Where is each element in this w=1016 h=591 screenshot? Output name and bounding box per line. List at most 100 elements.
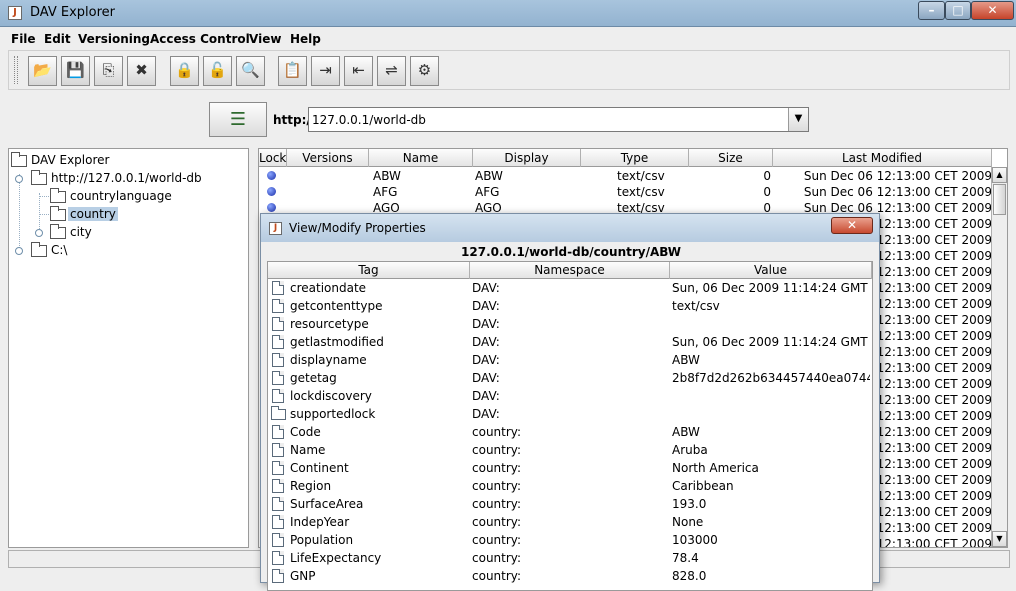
column-header-display[interactable]: Display	[473, 149, 581, 167]
property-row[interactable]: Code country: ABW	[268, 423, 872, 441]
property-row[interactable]: SurfaceArea country: 193.0	[268, 495, 872, 513]
column-header-name[interactable]: Name	[369, 149, 473, 167]
property-row[interactable]: IndepYear country: None	[268, 513, 872, 531]
document-icon	[272, 425, 284, 439]
resource-status-icon	[267, 203, 276, 212]
property-value[interactable]: Aruba	[672, 441, 870, 459]
properties-dialog[interactable]: J View/Modify Properties ✕ 127.0.0.1/wor…	[260, 213, 880, 591]
property-value[interactable]: text/csv	[672, 297, 870, 315]
property-value[interactable]: Sun, 06 Dec 2009 11:14:24 GMT	[672, 333, 870, 351]
column-header-last-modified[interactable]: Last Modified	[773, 149, 992, 167]
property-namespace: DAV:	[472, 389, 500, 403]
column-header-size[interactable]: Size	[689, 149, 773, 167]
scroll-up-arrow-icon[interactable]: ▲	[992, 167, 1007, 183]
menu-view[interactable]: View	[249, 32, 281, 46]
property-row[interactable]: Population country: 103000	[268, 531, 872, 549]
connect-button[interactable]: ☰	[209, 102, 267, 137]
column-header-value[interactable]: Value	[670, 262, 872, 279]
menu-help[interactable]: Help	[290, 32, 321, 46]
property-value[interactable]: 2b8f7d2d262b634457440ea0744...	[672, 369, 870, 387]
view-properties-button[interactable]: 🔍	[236, 56, 265, 86]
toolbar: 📂 💾 ⎘ ✖ 🔒 🔓 🔍 📋 ⇥ ⇤ ⇌ ⚙	[8, 50, 1010, 90]
property-value[interactable]: 828.0	[672, 567, 870, 585]
property-value[interactable]: Sun, 06 Dec 2009 11:14:24 GMT	[672, 279, 870, 297]
delete-button[interactable]: ✖	[127, 56, 156, 86]
column-header-lock[interactable]: Lock	[259, 149, 287, 167]
property-tag: Name	[290, 443, 326, 457]
property-value[interactable]: 78.4	[672, 549, 870, 567]
column-header-namespace[interactable]: Namespace	[470, 262, 670, 279]
file-table-scrollbar[interactable]: ▲ ▼	[991, 167, 1007, 547]
column-header-versions[interactable]: Versions	[287, 149, 369, 167]
version-report-button[interactable]: ⇌	[377, 56, 406, 86]
url-combobox[interactable]: 127.0.0.1/world-db ▼	[308, 107, 809, 132]
open-folder-button[interactable]: 📂	[28, 56, 57, 86]
property-row[interactable]: getetag DAV: 2b8f7d2d262b634457440ea0744..…	[268, 369, 872, 387]
dialog-close-button[interactable]: ✕	[831, 217, 873, 234]
folder-tree[interactable]: DAV Explorer http://127.0.0.1/world-db c…	[8, 148, 249, 548]
property-row[interactable]: LifeExpectancy country: 78.4	[268, 549, 872, 567]
url-input[interactable]: 127.0.0.1/world-db	[312, 113, 426, 127]
window-title: DAV Explorer	[30, 5, 115, 20]
minimize-button[interactable]: –	[918, 1, 945, 20]
property-row[interactable]: resourcetype DAV:	[268, 315, 872, 333]
tree-expand-handle-icon[interactable]	[15, 175, 23, 183]
menu-access-control[interactable]: Access Control	[150, 32, 250, 46]
property-row[interactable]: getlastmodified DAV: Sun, 06 Dec 2009 11:1…	[268, 333, 872, 351]
acl-button[interactable]: ⚙	[410, 56, 439, 86]
lock-button[interactable]: 🔒	[170, 56, 199, 86]
maximize-button[interactable]: □	[945, 1, 971, 20]
scrollbar-thumb[interactable]	[993, 184, 1006, 215]
table-row[interactable]: ABW ABW text/csv 0 Sun Dec 06 12:13:00 CET 2…	[259, 168, 992, 184]
property-value[interactable]	[672, 405, 870, 423]
tree-expand-handle-icon[interactable]	[35, 229, 43, 237]
table-row[interactable]: AFG AFG text/csv 0 Sun Dec 06 12:13:00 CET 2…	[259, 184, 992, 200]
property-row[interactable]: GNP country: 828.0	[268, 567, 872, 585]
window-titlebar[interactable]: J DAV Explorer – □ ✕	[0, 0, 1016, 27]
property-value[interactable]: Caribbean	[672, 477, 870, 495]
property-row[interactable]: lockdiscovery DAV:	[268, 387, 872, 405]
menu-file[interactable]: File	[11, 32, 36, 46]
property-value[interactable]: None	[672, 513, 870, 531]
edit-properties-button[interactable]: 📋	[278, 56, 307, 86]
copy-button[interactable]: ⎘	[94, 56, 123, 86]
dialog-titlebar[interactable]: J View/Modify Properties ✕	[261, 214, 879, 242]
column-header-tag[interactable]: Tag	[268, 262, 470, 279]
property-value[interactable]: ABW	[672, 423, 870, 441]
tree-guide-line	[39, 214, 49, 215]
checkout-button[interactable]: ⇤	[344, 56, 373, 86]
property-row[interactable]: Continent country: North America	[268, 459, 872, 477]
menu-versioning[interactable]: Versioning	[78, 32, 150, 46]
checkin-button[interactable]: ⇥	[311, 56, 340, 86]
tree-expand-handle-icon[interactable]	[15, 247, 23, 255]
property-value[interactable]: 103000	[672, 531, 870, 549]
property-value[interactable]	[672, 315, 870, 333]
dialog-title: View/Modify Properties	[289, 221, 426, 235]
property-value[interactable]	[672, 387, 870, 405]
property-tag: creationdate	[290, 281, 367, 295]
property-value[interactable]: North America	[672, 459, 870, 477]
property-row[interactable]: displayname DAV: ABW	[268, 351, 872, 369]
close-window-button[interactable]: ✕	[971, 1, 1014, 20]
property-row[interactable]: getcontenttype DAV: text/csv	[268, 297, 872, 315]
property-namespace: country:	[472, 551, 522, 565]
tree-item-label: DAV Explorer	[31, 153, 110, 167]
properties-table[interactable]: Tag Namespace Value creationdate DAV: Sun,…	[267, 261, 873, 591]
property-row[interactable]: creationdate DAV: Sun, 06 Dec 2009 11:14:2…	[268, 279, 872, 297]
property-row[interactable]: supportedlock DAV:	[268, 405, 872, 423]
toolbar-grip[interactable]	[14, 56, 18, 84]
chevron-down-icon[interactable]: ▼	[788, 108, 808, 131]
property-value[interactable]: ABW	[672, 351, 870, 369]
scroll-down-arrow-icon[interactable]: ▼	[992, 531, 1007, 547]
menu-edit[interactable]: Edit	[44, 32, 71, 46]
resource-path: 127.0.0.1/world-db/country/ABW	[461, 245, 681, 259]
document-icon	[272, 335, 284, 349]
tree-guide-line	[39, 196, 49, 197]
property-value[interactable]: 193.0	[672, 495, 870, 513]
unlock-button[interactable]: 🔓	[203, 56, 232, 86]
column-header-type[interactable]: Type	[581, 149, 689, 167]
property-row[interactable]: Region country: Caribbean	[268, 477, 872, 495]
tree-item-label: C:\	[51, 243, 68, 257]
property-row[interactable]: Name country: Aruba	[268, 441, 872, 459]
save-button[interactable]: 💾	[61, 56, 90, 86]
